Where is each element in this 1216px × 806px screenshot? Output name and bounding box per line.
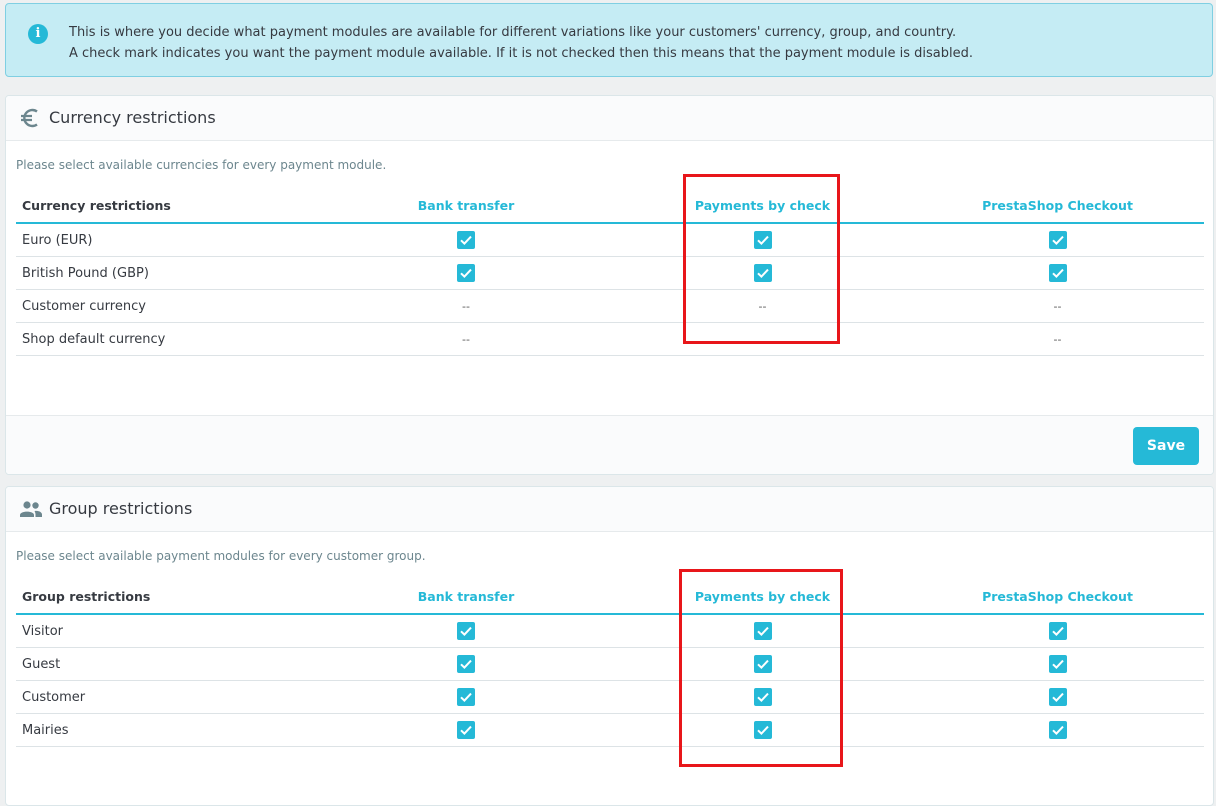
not-applicable-dash: -- [462,299,470,313]
checkbox-checked-icon[interactable] [1048,622,1067,640]
table-cell: -- [911,322,1204,356]
panel-description: Please select available currencies for e… [16,158,387,172]
row-label: Customer [16,680,318,714]
people-icon [18,496,44,522]
table-row: Guest [16,647,1204,681]
checkbox-checked-icon[interactable] [457,622,475,640]
info-alert: i This is where you decide what payment … [5,3,1213,77]
table-cell: -- [911,289,1204,323]
checkbox-checked-icon[interactable] [457,655,475,673]
checkbox-checked-icon[interactable] [457,688,475,706]
table-cell: -- [614,289,911,323]
table-row: Mairies [16,713,1204,747]
group-table: Group restrictions Bank transfer Payments … [16,579,1204,747]
table-header-row: Group restrictions Bank transfer Payments … [16,579,1204,615]
table-cell [318,614,614,648]
checkbox-checked-icon[interactable] [753,622,772,640]
row-label: Euro (EUR) [16,223,318,257]
not-applicable-dash: -- [462,332,470,346]
table-row: Customer [16,680,1204,714]
row-label: Shop default currency [16,322,318,356]
row-label: Customer currency [16,289,318,323]
table-cell [911,680,1204,714]
column-header-module: Payments by check [614,188,911,224]
table-cell [911,614,1204,648]
checkbox-checked-icon[interactable] [457,721,475,739]
save-button[interactable]: Save [1133,427,1199,465]
checkbox-checked-icon[interactable] [1048,688,1067,706]
column-header-module: Payments by check [614,579,911,615]
table-cell [614,256,911,290]
checkbox-checked-icon[interactable] [1048,264,1067,282]
info-icon: i [28,24,48,44]
table-cell [318,713,614,747]
table-header-row: Currency restrictions Bank transfer Paymen… [16,188,1204,224]
table-row: Customer currency -- -- -- [16,289,1204,323]
table-cell: -- [318,289,614,323]
checkbox-checked-icon[interactable] [457,231,475,249]
table-cell [911,713,1204,747]
checkbox-checked-icon[interactable] [1048,721,1067,739]
table-cell [911,647,1204,681]
column-header-module: PrestaShop Checkout [911,579,1204,615]
checkbox-checked-icon[interactable] [457,264,475,282]
table-cell [318,256,614,290]
table-cell [318,223,614,257]
column-header-label: Group restrictions [16,579,318,615]
checkbox-checked-icon[interactable] [753,655,772,673]
table-row: Shop default currency -- -- [16,322,1204,356]
table-row: Visitor [16,614,1204,648]
table-cell [614,647,911,681]
column-header-module: PrestaShop Checkout [911,188,1204,224]
currency-restrictions-panel: Currency restrictions Please select avai… [5,95,1214,475]
checkbox-checked-icon[interactable] [753,264,772,282]
group-restrictions-panel: Group restrictions Please select availab… [5,486,1214,806]
panel-title: Currency restrictions [49,108,216,127]
alert-message: This is where you decide what payment mo… [69,22,973,64]
table-row: Euro (EUR) [16,223,1204,257]
row-label: Mairies [16,713,318,747]
panel-heading: Group restrictions [6,487,1213,532]
euro-icon [18,105,44,131]
table-cell [614,680,911,714]
checkbox-checked-icon[interactable] [753,721,772,739]
not-applicable-dash: -- [1053,332,1062,346]
table-cell [911,223,1204,257]
row-label: British Pound (GBP) [16,256,318,290]
table-cell [614,614,911,648]
table-cell [614,713,911,747]
alert-line-1: This is where you decide what payment mo… [69,25,957,40]
table-cell: -- [318,322,614,356]
table-row: British Pound (GBP) [16,256,1204,290]
table-cell [318,647,614,681]
panel-heading: Currency restrictions [6,96,1213,141]
currency-table: Currency restrictions Bank transfer Paymen… [16,188,1204,356]
column-header-label: Currency restrictions [16,188,318,224]
not-applicable-dash: -- [1053,299,1062,313]
checkbox-checked-icon[interactable] [753,231,772,249]
checkbox-checked-icon[interactable] [1048,231,1067,249]
checkbox-checked-icon[interactable] [753,688,772,706]
table-cell [614,223,911,257]
table-cell [614,322,911,356]
alert-line-2: A check mark indicates you want the paym… [69,46,973,61]
column-header-module: Bank transfer [318,188,614,224]
row-label: Visitor [16,614,318,648]
row-label: Guest [16,647,318,681]
panel-footer: Save [6,415,1213,474]
panel-title: Group restrictions [49,499,193,518]
panel-description: Please select available payment modules … [16,549,426,563]
table-cell [911,256,1204,290]
not-applicable-dash: -- [758,299,767,313]
column-header-module: Bank transfer [318,579,614,615]
table-cell [318,680,614,714]
checkbox-checked-icon[interactable] [1048,655,1067,673]
